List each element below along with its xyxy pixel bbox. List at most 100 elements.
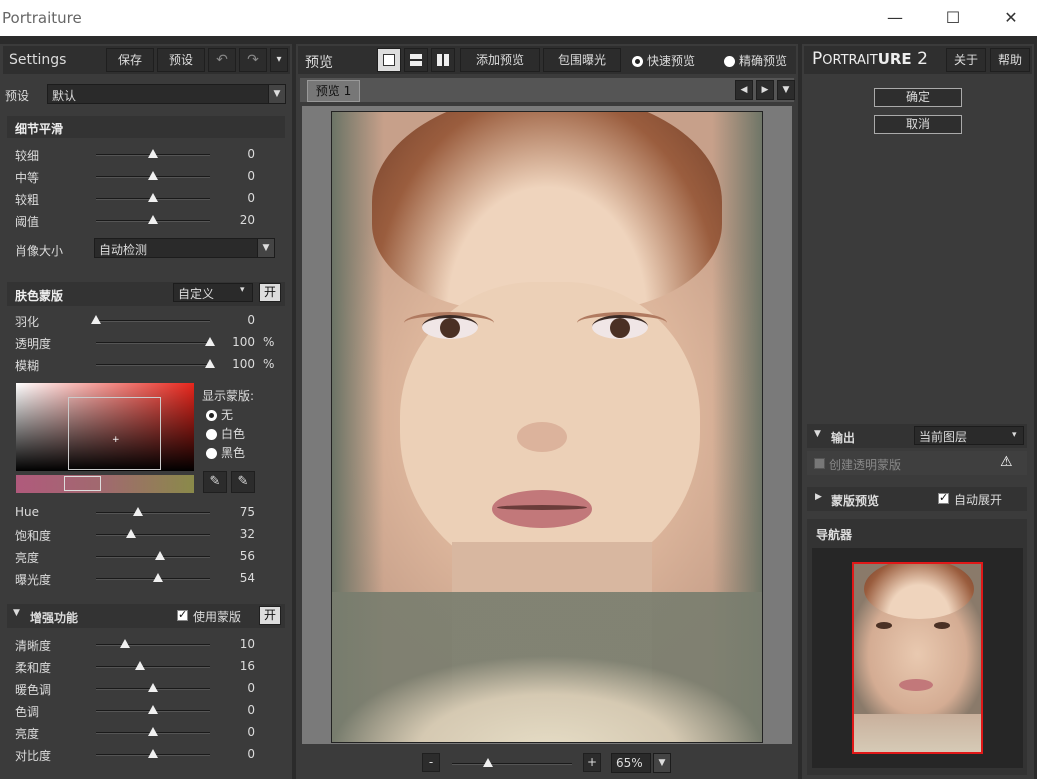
slider-label: 柔和度 [15,661,52,675]
slider-thumb[interactable] [91,315,101,324]
add-preview-button[interactable]: 添加预览 [460,48,540,72]
preset-dropdown[interactable]: 默认 [47,84,269,104]
zoom-slider-thumb[interactable] [483,758,493,767]
slider-value: 10 [239,637,255,651]
color-picker-field[interactable]: + [16,383,194,471]
navigator-view[interactable] [812,548,1023,768]
slider-label: 饱和度 [15,529,52,543]
slider-label: Hue [15,505,40,519]
hue-range-selection[interactable] [64,476,101,491]
close-button[interactable]: ✕ [997,6,1025,30]
slider-track[interactable] [96,512,210,514]
slider-thumb[interactable] [205,337,215,346]
preset-button[interactable]: 预设 [157,48,205,72]
slider-thumb[interactable] [148,149,158,158]
bracket-exposure-button[interactable]: 包围曝光 [543,48,621,72]
create-mask-checkbox[interactable] [814,458,825,469]
slider-label: 曝光度 [15,573,52,587]
zoom-level-dropdown[interactable]: 65% [611,753,651,773]
slider-track[interactable] [96,666,210,668]
slider-thumb[interactable] [148,705,158,714]
hue-range-bar[interactable] [16,475,194,493]
slider-value: 100 [232,335,255,349]
zoom-out-button[interactable]: - [422,753,440,772]
slider-thumb[interactable] [126,529,137,538]
tab-preview-1[interactable]: 预览 1 [307,80,360,102]
enhance-toggle[interactable]: 开 [259,606,281,625]
slider-track[interactable] [96,534,210,536]
next-tab-icon[interactable]: ▶ [756,80,774,100]
zoom-in-button[interactable]: + [583,753,601,772]
navigator-thumbnail[interactable] [852,562,983,754]
chevron-down-icon[interactable]: ▼ [257,238,275,258]
slider-thumb[interactable] [154,551,165,560]
mask-option-label: 无 [221,408,234,422]
chevron-down-icon[interactable]: ▼ [653,753,671,773]
portrait-photo[interactable] [331,111,763,743]
zoom-slider-track[interactable] [452,763,572,765]
slider-label: 亮度 [15,727,40,741]
slider-value: 16 [239,659,255,673]
expand-arrow-icon[interactable]: ▶ [815,492,822,502]
slider-track[interactable] [96,364,210,366]
slider-track[interactable] [96,342,210,344]
portrait-size-label: 肖像大小 [15,244,64,258]
detail-smoothing-header: 细节平滑 [7,116,285,138]
maximize-button[interactable]: ☐ [939,6,967,30]
slider-track[interactable] [96,320,210,322]
skin-mask-toggle[interactable]: 开 [259,283,281,302]
collapse-arrow-icon[interactable]: ▼ [814,429,821,439]
color-selection-box[interactable] [68,397,161,470]
save-button[interactable]: 保存 [106,48,154,72]
slider-thumb[interactable] [148,215,158,224]
slider-label: 透明度 [15,337,52,351]
split-vertical-icon[interactable] [431,48,455,72]
mask-option-radio[interactable]: 黑色 [206,444,245,461]
eyedropper-add-icon[interactable]: ✎ [231,471,255,493]
slider-thumb[interactable] [148,727,158,736]
undo-button[interactable]: ↶ [208,48,236,72]
minimize-button[interactable]: — [881,6,909,30]
chevron-down-icon[interactable]: ▼ [268,84,286,104]
slider-thumb[interactable] [133,507,144,516]
single-view-button[interactable] [377,48,401,72]
preview-canvas[interactable] [302,106,792,744]
fast-preview-radio[interactable]: 快速预览 [632,52,695,69]
portrait-size-dropdown[interactable]: 自动检测 [94,238,258,258]
output-dropdown[interactable]: 当前图层 [914,426,1024,445]
split-horizontal-icon[interactable] [404,48,428,72]
slider-value: 0 [247,169,255,183]
collapse-arrow-icon[interactable]: ▼ [13,608,20,618]
slider-thumb[interactable] [205,359,215,368]
slider-thumb[interactable] [148,749,158,758]
ok-button[interactable]: 确定 [874,88,962,107]
slider-thumb[interactable] [148,193,158,202]
eyedropper-icon[interactable]: ✎ [203,471,227,493]
help-button[interactable]: 帮助 [990,48,1030,72]
slider-label: 对比度 [15,749,52,763]
precise-preview-radio[interactable]: 精确预览 [724,52,787,69]
mask-option-label: 黑色 [221,446,246,460]
slider-label: 较粗 [15,193,40,207]
tab-menu-icon[interactable]: ▼ [777,80,795,100]
slider-thumb[interactable] [152,573,163,582]
slider-value: 0 [247,147,255,161]
auto-expand-checkbox[interactable] [938,491,949,504]
mask-option-radio[interactable]: 无 [206,406,233,423]
prev-tab-icon[interactable]: ◀ [735,80,753,100]
slider-track[interactable] [96,556,210,558]
redo-button[interactable]: ↷ [239,48,267,72]
slider-thumb[interactable] [135,661,146,670]
slider-thumb[interactable] [148,171,158,180]
window-title: Portraiture [2,9,82,27]
slider-track[interactable] [96,644,210,646]
slider-thumb[interactable] [148,683,158,692]
about-button[interactable]: 关于 [946,48,986,72]
fast-preview-label: 快速预览 [647,54,696,68]
use-mask-checkbox[interactable] [177,608,188,621]
mask-option-radio[interactable]: 白色 [206,425,245,442]
cancel-button[interactable]: 取消 [874,115,962,134]
slider-thumb[interactable] [119,639,130,648]
slider-value: 0 [247,681,255,695]
settings-menu-button[interactable]: ▾ [270,48,288,72]
